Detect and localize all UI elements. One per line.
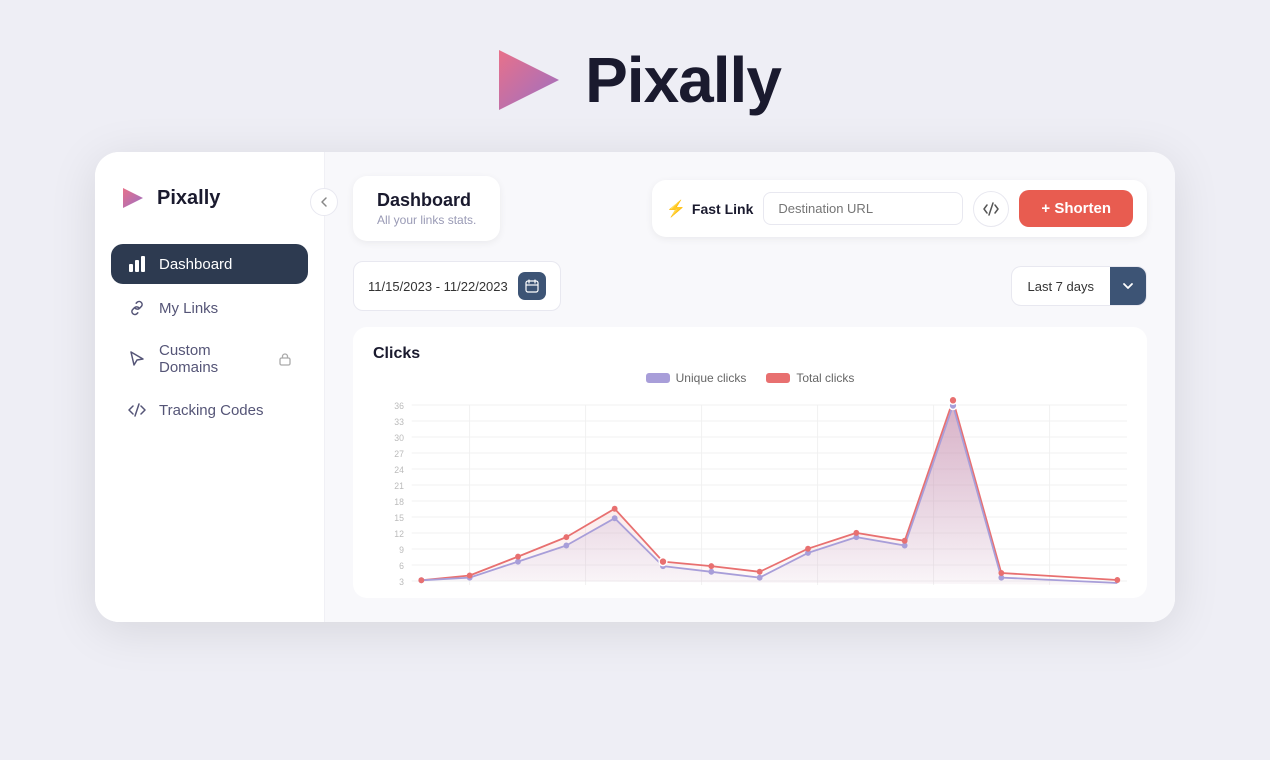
sidebar-item-dashboard-label: Dashboard — [159, 256, 232, 273]
legend-unique-clicks: Unique clicks — [646, 371, 747, 385]
svg-text:30: 30 — [394, 433, 404, 443]
top-bar: Dashboard All your links stats. ⚡ Fast L… — [353, 176, 1147, 241]
fast-link-area: ⚡ Fast Link + Shorten — [652, 180, 1147, 237]
destination-url-input[interactable] — [763, 192, 963, 225]
sidebar-logo-icon — [119, 184, 147, 212]
total-data-point — [612, 506, 618, 512]
total-data-point — [563, 534, 569, 540]
clicks-chart: 36 33 30 27 24 21 18 15 12 9 6 3 — [373, 395, 1127, 595]
sidebar-item-my-links[interactable]: My Links — [111, 288, 308, 328]
total-data-point — [805, 546, 811, 552]
unique-clicks-label: Unique clicks — [676, 371, 747, 385]
svg-text:24: 24 — [394, 465, 404, 475]
chart-title: Clicks — [373, 345, 1127, 363]
fast-link-label: ⚡ Fast Link — [666, 199, 753, 219]
sidebar-logo: Pixally — [95, 184, 324, 212]
data-point — [563, 543, 569, 549]
total-data-point — [708, 563, 714, 569]
page-title-area: Dashboard All your links stats. — [353, 176, 500, 241]
main-content: Dashboard All your links stats. ⚡ Fast L… — [325, 152, 1175, 622]
unique-clicks-dot — [646, 373, 670, 383]
svg-text:18: 18 — [394, 497, 404, 507]
app-logo-icon — [489, 40, 569, 120]
chevron-down-icon — [1121, 279, 1135, 293]
app-name: Pixally — [585, 43, 781, 117]
svg-text:33: 33 — [394, 417, 404, 427]
chart-card: Clicks Unique clicks Total clicks — [353, 327, 1147, 598]
link-icon — [127, 298, 147, 318]
sidebar-logo-text: Pixally — [157, 187, 220, 210]
total-clicks-label: Total clicks — [796, 371, 854, 385]
sidebar-item-dashboard[interactable]: Dashboard — [111, 244, 308, 284]
chart-container: 36 33 30 27 24 21 18 15 12 9 6 3 — [373, 395, 1127, 595]
code-tag-icon — [127, 400, 147, 420]
data-point — [708, 569, 714, 575]
sidebar-item-tracking-codes[interactable]: Tracking Codes — [111, 390, 308, 430]
total-data-point — [467, 573, 473, 579]
data-point — [612, 515, 618, 521]
total-clicks-line — [421, 400, 1117, 580]
chevron-left-icon — [318, 196, 330, 208]
sidebar-item-custom-domains-label: Custom Domains — [159, 342, 262, 376]
total-data-point — [515, 554, 521, 560]
app-logo-area: Pixally — [489, 40, 781, 120]
svg-text:15: 15 — [394, 513, 404, 523]
sidebar: Pixally Dashboard — [95, 152, 325, 622]
sidebar-collapse-button[interactable] — [310, 188, 338, 216]
embed-code-button[interactable] — [973, 191, 1009, 227]
period-label: Last 7 days — [1012, 269, 1111, 304]
total-data-point-high — [659, 558, 667, 566]
period-dropdown-arrow[interactable] — [1110, 267, 1146, 305]
svg-text:6: 6 — [399, 561, 404, 571]
svg-text:21: 21 — [394, 481, 404, 491]
page-subtitle: All your links stats. — [377, 213, 476, 227]
total-data-point — [418, 577, 424, 583]
svg-text:9: 9 — [399, 545, 404, 555]
svg-text:3: 3 — [399, 577, 404, 587]
bar-chart-icon — [127, 254, 147, 274]
svg-text:36: 36 — [394, 401, 404, 411]
bolt-icon: ⚡ — [666, 199, 686, 219]
sidebar-item-my-links-label: My Links — [159, 300, 218, 317]
chart-legend: Unique clicks Total clicks — [373, 371, 1127, 385]
total-data-point — [998, 570, 1004, 576]
date-range-value: 11/15/2023 - 11/22/2023 — [368, 279, 508, 294]
total-data-point-peak — [949, 396, 957, 404]
sidebar-item-custom-domains[interactable]: Custom Domains — [111, 332, 308, 386]
sidebar-nav: Dashboard My Links Cu — [95, 244, 324, 430]
period-dropdown[interactable]: Last 7 days — [1011, 266, 1148, 306]
lock-icon — [278, 352, 292, 366]
main-card: Pixally Dashboard — [95, 152, 1175, 622]
svg-text:27: 27 — [394, 449, 404, 459]
svg-text:12: 12 — [394, 529, 404, 539]
calendar-svg — [525, 279, 539, 293]
total-clicks-dot — [766, 373, 790, 383]
data-point — [757, 575, 763, 581]
shorten-button[interactable]: + Shorten — [1019, 190, 1133, 227]
total-data-point — [853, 530, 859, 536]
date-bar: 11/15/2023 - 11/22/2023 Last 7 days — [353, 261, 1147, 311]
calendar-icon[interactable] — [518, 272, 546, 300]
total-data-point — [902, 538, 908, 544]
date-range-input[interactable]: 11/15/2023 - 11/22/2023 — [353, 261, 561, 311]
chart-grid: 36 33 30 27 24 21 18 15 12 9 6 3 — [394, 401, 1127, 587]
legend-total-clicks: Total clicks — [766, 371, 854, 385]
page-title: Dashboard — [377, 190, 476, 211]
cursor-icon — [127, 349, 147, 369]
sidebar-item-tracking-codes-label: Tracking Codes — [159, 402, 264, 419]
total-data-point — [1114, 577, 1120, 583]
total-area-fill — [421, 400, 1117, 585]
total-data-point — [757, 569, 763, 575]
code-slash-icon — [983, 201, 999, 217]
